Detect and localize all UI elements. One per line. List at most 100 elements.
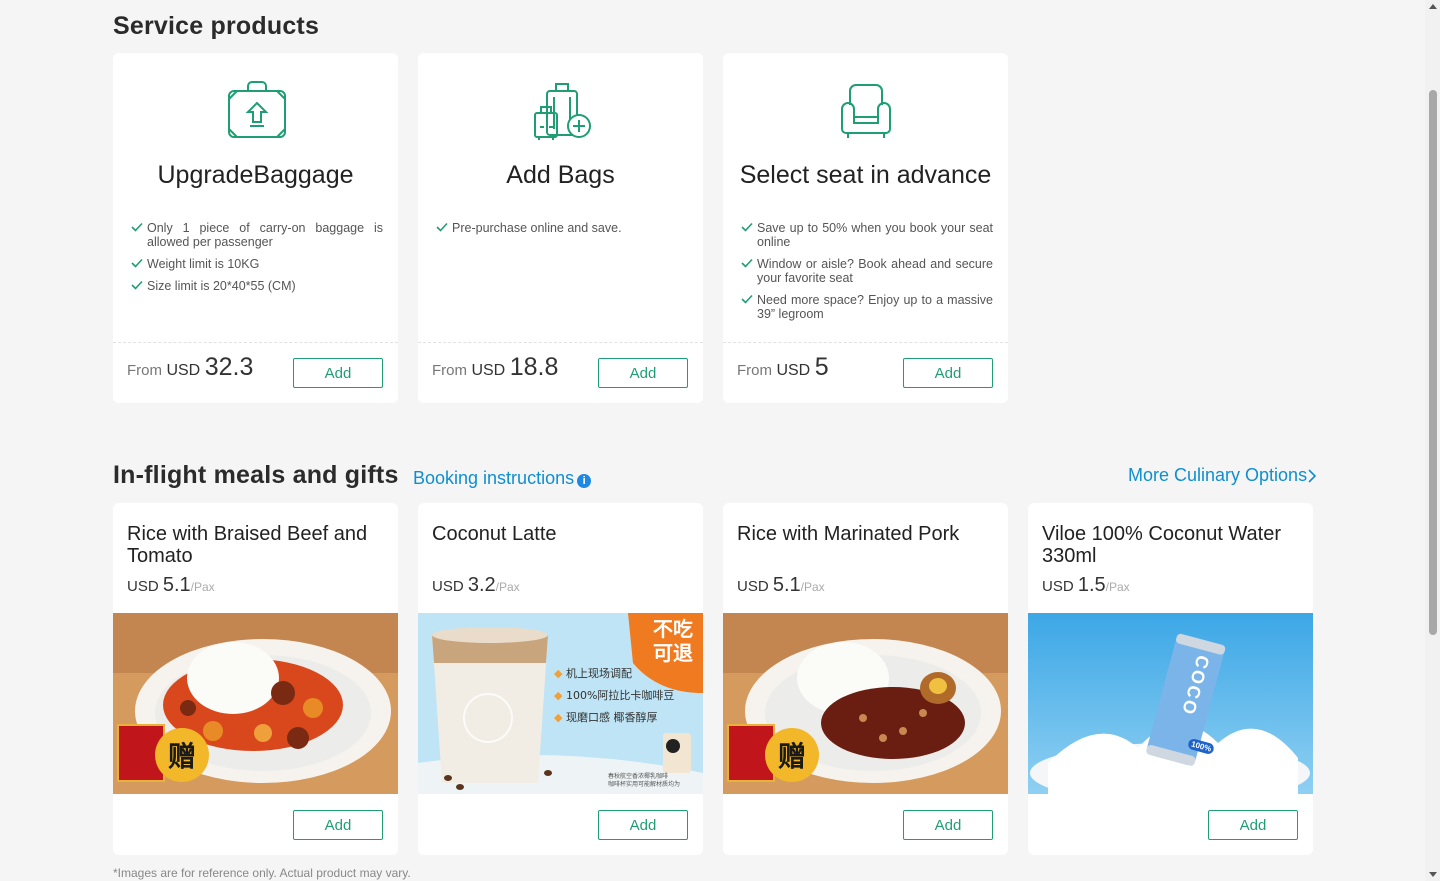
promo-bullets: ◆ 机上现场调配 ◆ 100%阿拉比卡咖啡豆 ◆ 现磨口感 椰香醇厚	[554, 663, 674, 729]
check-icon	[741, 258, 753, 268]
meal-name: Rice with Braised Beef and Tomato	[127, 523, 368, 567]
feature-item: Weight limit is 10KG	[131, 257, 383, 271]
luggage-upgrade-icon	[227, 81, 286, 138]
service-title: Add Bags	[506, 161, 615, 189]
meal-card-coconut-water: Viloe 100% Coconut Water 330ml USD 1.5/P…	[1028, 503, 1313, 855]
image-disclaimer: *Images are for reference only. Actual p…	[113, 866, 411, 880]
from-label: From	[432, 362, 467, 379]
meal-price: USD 3.2/Pax	[432, 574, 520, 597]
price-value: 5	[814, 353, 829, 381]
gift-badge: 赠	[117, 724, 209, 786]
meal-card-coconut-latte: Coconut Latte USD 3.2/Pax 不吃 可退 ◆ 机上现场调配…	[418, 503, 703, 855]
price-value: 5.1	[772, 574, 801, 596]
add-meal-beef-tomato-button[interactable]: Add	[293, 810, 383, 840]
price-value: 18.8	[509, 353, 559, 381]
feature-text: Need more space? Enjoy up to a massive 3…	[757, 293, 993, 321]
promo-bullet: ◆ 机上现场调配	[554, 667, 632, 680]
check-icon	[741, 222, 753, 232]
meal-image-coconut-latte: 不吃 可退 ◆ 机上现场调配 ◆ 100%阿拉比卡咖啡豆 ◆ 现磨口感 椰香醇厚…	[418, 613, 703, 794]
currency: USD	[776, 362, 811, 379]
feature-item: Only 1 piece of carry-on baggage is allo…	[131, 221, 383, 249]
check-icon	[436, 222, 448, 232]
divider	[418, 342, 703, 343]
feature-item: Window or aisle? Book ahead and secure y…	[741, 257, 993, 285]
from-label: From	[127, 362, 162, 379]
meal-name: Coconut Latte	[432, 523, 557, 545]
check-icon	[131, 222, 143, 232]
service-title: UpgradeBaggage	[157, 161, 354, 189]
feature-item: Pre-purchase online and save.	[436, 221, 688, 235]
add-meal-coconut-water-button[interactable]: Add	[1208, 810, 1298, 840]
price-value: 5.1	[162, 574, 191, 596]
more-culinary-options[interactable]: More Culinary Options	[1128, 465, 1317, 486]
divider	[113, 342, 398, 343]
currency: USD	[471, 362, 506, 379]
promo-bullet: ◆ 100%阿拉比卡咖啡豆	[554, 689, 675, 702]
chevron-right-icon	[1308, 468, 1317, 483]
feature-list: Only 1 piece of carry-on baggage is allo…	[131, 221, 383, 301]
service-card-add-bags: Add Bags Pre-purchase online and save. F…	[418, 53, 703, 403]
promo-tag-line: 不吃	[653, 617, 693, 641]
currency: USD	[127, 578, 159, 595]
add-meal-marinated-pork-button[interactable]: Add	[903, 810, 993, 840]
promo-bullet: ◆ 现磨口感 椰香醇厚	[554, 711, 658, 724]
scrollbar-thumb[interactable]	[1429, 90, 1437, 635]
feature-text: Only 1 piece of carry-on baggage is allo…	[147, 221, 383, 249]
price-display: From USD 32.3	[127, 353, 253, 382]
check-icon	[131, 280, 143, 290]
price-value: 3.2	[467, 574, 496, 596]
add-bags-icon	[533, 83, 591, 140]
price-display: From USD 18.8	[432, 353, 558, 382]
promo-fine-print: 春秋航空香浓椰乳咖啡 咖啡杯实用可能解材质均为	[608, 773, 681, 788]
meal-image-beef-tomato: 赠	[113, 613, 398, 794]
leaf-icon: ◆	[554, 711, 563, 724]
from-label: From	[737, 362, 772, 379]
feature-item: Size limit is 20*40*55 (CM)	[131, 279, 383, 293]
service-products-title: Service products	[113, 12, 320, 40]
price-value: 32.3	[204, 353, 254, 381]
currency: USD	[432, 578, 464, 595]
check-icon	[741, 294, 753, 304]
leaf-icon: ◆	[554, 667, 563, 680]
add-upgrade-baggage-button[interactable]: Add	[293, 358, 383, 388]
leaf-icon: ◆	[554, 689, 563, 702]
seat-icon	[840, 84, 891, 138]
meals-section-title: In-flight meals and gifts	[113, 461, 399, 489]
price-unit: /Pax	[190, 580, 215, 594]
meal-image-coconut-water: COCO 100%	[1028, 613, 1313, 794]
add-meal-coconut-latte-button[interactable]: Add	[598, 810, 688, 840]
add-seat-button[interactable]: Add	[903, 358, 993, 388]
feature-text: Pre-purchase online and save.	[452, 221, 622, 235]
booking-instructions-link[interactable]: Booking instructions	[413, 468, 574, 488]
meal-name: Viloe 100% Coconut Water 330ml	[1042, 523, 1282, 567]
scroll-up-arrow-icon[interactable]	[1429, 4, 1437, 9]
more-culinary-options-link[interactable]: More Culinary Options	[1128, 465, 1307, 486]
service-card-select-seat: Select seat in advance Save up to 50% wh…	[723, 53, 1008, 403]
feature-text: Weight limit is 10KG	[147, 257, 260, 271]
price-value: 1.5	[1077, 574, 1106, 596]
meal-price: USD 5.1/Pax	[737, 574, 825, 597]
feature-text: Size limit is 20*40*55 (CM)	[147, 279, 296, 293]
currency: USD	[166, 362, 201, 379]
feature-text: Save up to 50% when you book your seat o…	[757, 221, 993, 249]
info-icon[interactable]: i	[577, 474, 592, 488]
vertical-scrollbar[interactable]	[1425, 0, 1440, 881]
add-bags-button[interactable]: Add	[598, 358, 688, 388]
scroll-down-arrow-icon[interactable]	[1429, 872, 1437, 877]
meal-price: USD 1.5/Pax	[1042, 574, 1130, 597]
gift-badge-text: 赠	[155, 728, 209, 782]
booking-instructions[interactable]: Booking instructions i	[413, 468, 592, 489]
price-display: From USD 5	[737, 353, 829, 382]
meal-price: USD 5.1/Pax	[127, 574, 215, 597]
gift-badge: 赠	[727, 724, 819, 786]
feature-item: Save up to 50% when you book your seat o…	[741, 221, 993, 249]
price-unit: /Pax	[800, 580, 825, 594]
price-unit: /Pax	[495, 580, 520, 594]
divider	[723, 342, 1008, 343]
promo-tag-line: 可退	[653, 641, 693, 665]
feature-list: Save up to 50% when you book your seat o…	[741, 221, 993, 329]
promo-tag: 不吃 可退	[653, 617, 693, 665]
price-unit: /Pax	[1105, 580, 1130, 594]
gift-badge-text: 赠	[765, 728, 819, 782]
currency: USD	[737, 578, 769, 595]
